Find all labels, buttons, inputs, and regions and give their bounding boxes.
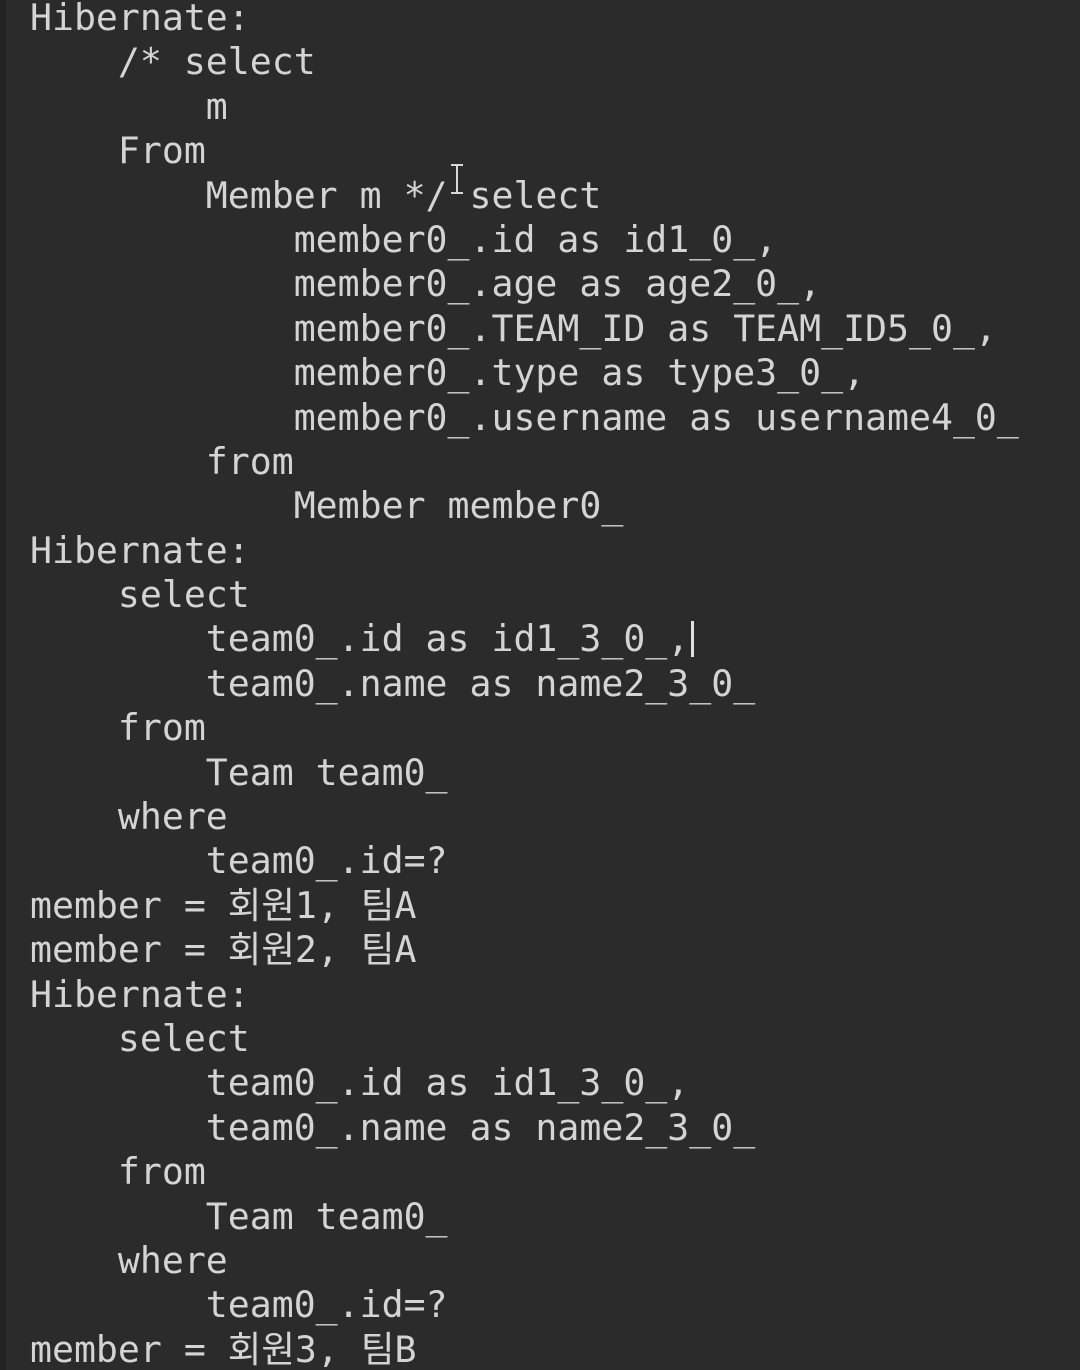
console-line: member0_.username as username4_0_ — [30, 395, 1019, 439]
console-line: team0_.id=? — [30, 839, 448, 883]
console-line: where — [30, 1238, 228, 1282]
console-line: m — [30, 84, 228, 128]
console-line: Member m */ select — [30, 173, 602, 217]
console-line: member0_.id as id1_0_, — [30, 217, 778, 261]
text-caret-icon — [691, 621, 695, 658]
text-ibeam-cursor-icon — [450, 164, 464, 194]
console-line: member = 회원1, 팀A — [30, 883, 417, 927]
console-line: From — [30, 129, 206, 173]
console-line: from — [30, 439, 294, 483]
console-line: member = 회원3, 팀B — [30, 1327, 417, 1370]
console-line: where — [30, 795, 228, 839]
console-line: Team team0_ — [30, 750, 448, 794]
console-line: member0_.age as age2_0_, — [30, 262, 822, 306]
console-line: Team team0_ — [30, 1194, 448, 1238]
console-line-text: team0_.id as id1_3_0_, — [30, 617, 690, 661]
console-line: team0_.name as name2_3_0_ — [30, 1105, 756, 1149]
console-line: team0_.name as name2_3_0_ — [30, 661, 756, 705]
console-line-with-caret: team0_.id as id1_3_0_, — [30, 617, 1080, 661]
console-line: Hibernate: — [30, 528, 250, 572]
console-line: from — [30, 706, 206, 750]
console-line: select — [30, 1016, 250, 1060]
console-line: member0_.type as type3_0_, — [30, 351, 866, 395]
console-line: team0_.id as id1_3_0_, — [30, 1061, 690, 1105]
console-line: member = 회원2, 팀A — [30, 928, 417, 972]
console-line: team0_.id=? — [30, 1283, 448, 1327]
console-line: Hibernate: — [30, 972, 250, 1016]
console-line: Member member0_ — [30, 484, 624, 528]
console-line: from — [30, 1150, 206, 1194]
console-line: select — [30, 573, 250, 617]
console-line: Hibernate: — [30, 0, 250, 39]
console-line: /* select — [30, 40, 316, 84]
console-output[interactable]: Hibernate: /* select m From Member m */ … — [0, 0, 1080, 1370]
console-line: member0_.TEAM_ID as TEAM_ID5_0_, — [30, 306, 997, 350]
